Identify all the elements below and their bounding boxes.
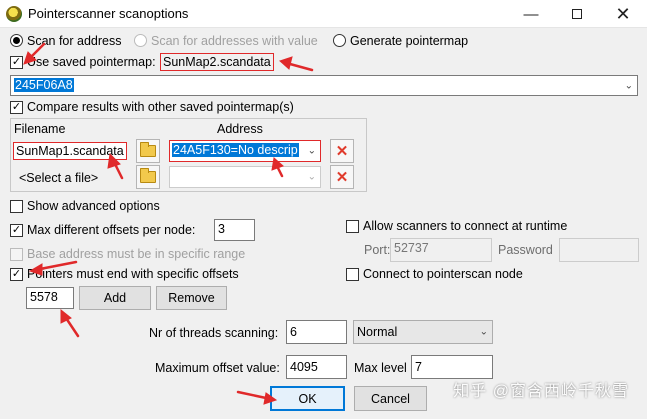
annotation-arrow-end-offsets: [38, 260, 78, 271]
annotation-arrowhead: [271, 157, 284, 171]
annotation-arrows: [23, 42, 314, 405]
annotation-arrow-file: [288, 62, 314, 72]
annotation-arrowhead: [263, 392, 278, 405]
annotation-arrowhead: [107, 152, 121, 169]
annotation-arrow-ok: [236, 390, 268, 400]
annotation-arrowhead: [28, 263, 43, 276]
annotation-arrow-offset-value: [64, 316, 80, 338]
annotation-arrowhead: [279, 56, 293, 70]
